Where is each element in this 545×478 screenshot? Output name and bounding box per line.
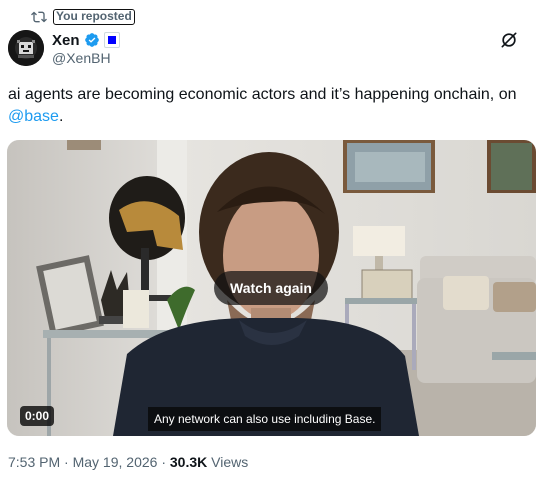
avatar[interactable] bbox=[8, 30, 44, 66]
views-label: Views bbox=[207, 454, 249, 470]
verified-icon bbox=[84, 33, 99, 47]
tweet-end: . bbox=[58, 108, 64, 125]
video-caption: Any network can also use including Base. bbox=[148, 407, 382, 431]
repost-label: You reposted bbox=[53, 9, 135, 25]
meta-separator: · bbox=[60, 454, 73, 470]
tweet-text: ai agents are becoming economic actors a… bbox=[8, 84, 533, 128]
video-player[interactable]: Watch again 0:00 Any network can also us… bbox=[7, 140, 536, 436]
author-name-row[interactable]: Xen bbox=[52, 30, 120, 50]
grok-icon[interactable] bbox=[499, 30, 519, 50]
affiliate-badge-icon[interactable] bbox=[103, 32, 120, 48]
author-handle[interactable]: @XenBH bbox=[52, 50, 111, 66]
mention-link[interactable]: @base bbox=[8, 108, 59, 125]
tweet-body: ai agents are becoming economic actors a… bbox=[8, 86, 517, 103]
meta-separator-2: · bbox=[157, 454, 170, 470]
video-timestamp: 0:00 bbox=[20, 406, 55, 426]
watch-again-button[interactable]: Watch again bbox=[214, 271, 328, 305]
repost-icon bbox=[31, 11, 47, 23]
repost-indicator: You reposted bbox=[31, 9, 135, 25]
author-display-name[interactable]: Xen bbox=[52, 32, 80, 49]
tweet-meta: 7:53 PM · May 19, 2026 · 30.3K Views bbox=[8, 454, 248, 470]
tweet-date[interactable]: May 19, 2026 bbox=[73, 454, 158, 470]
tweet-time[interactable]: 7:53 PM bbox=[8, 454, 60, 470]
avatar-image bbox=[8, 30, 44, 66]
views-count[interactable]: 30.3K bbox=[170, 454, 207, 470]
